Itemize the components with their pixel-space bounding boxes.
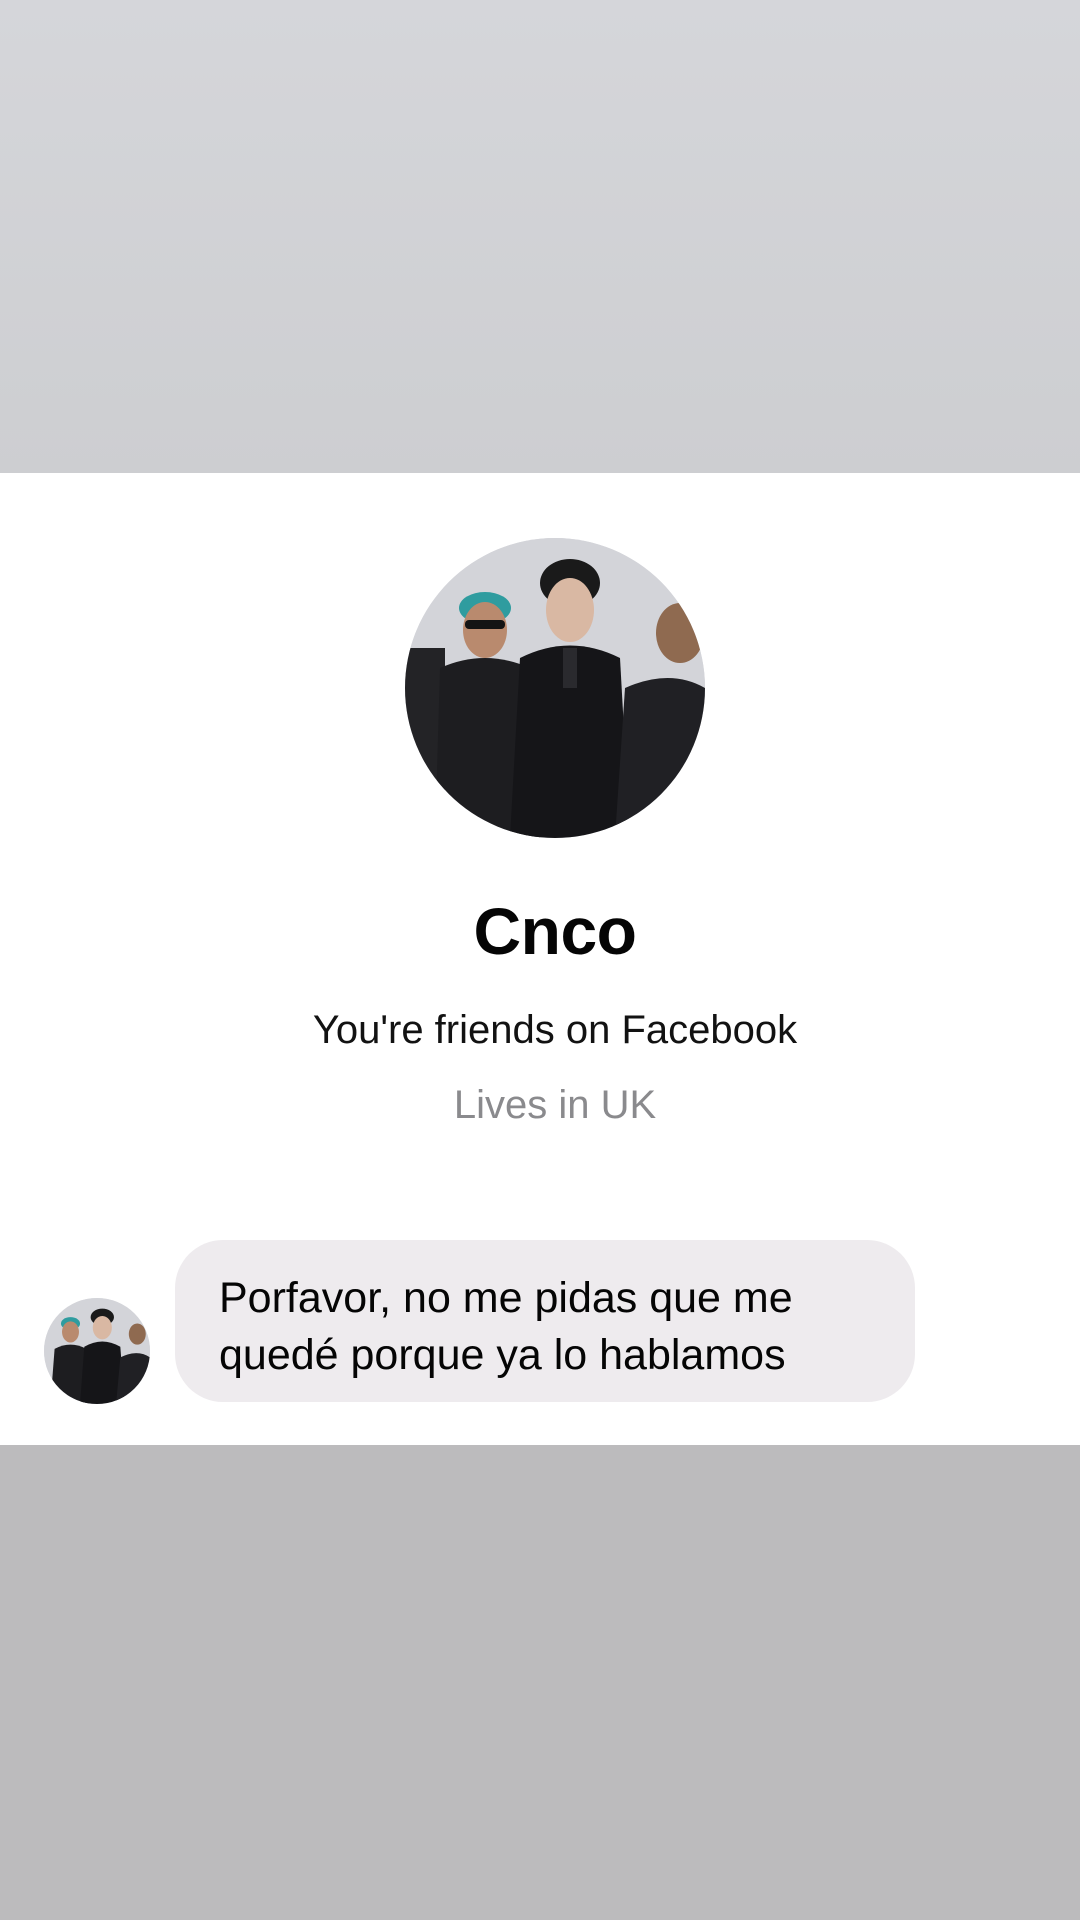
sender-avatar[interactable]	[44, 1298, 150, 1404]
friend-status: You're friends on Facebook	[312, 1008, 798, 1052]
message-line-1: Porfavor, no me pidas que me	[219, 1274, 793, 1322]
message-line-2: quedé porque ya lo hablamos	[219, 1331, 786, 1379]
profile-avatar[interactable]	[405, 538, 705, 838]
profile-photo-icon	[405, 538, 705, 838]
message-row: Porfavor, no me pidas que me quedé porqu…	[0, 1240, 1080, 1405]
location-info: Lives in UK	[453, 1083, 657, 1127]
bottom-dimmed-area	[0, 1445, 1080, 1920]
messenger-chat-screen: Cnco You're friends on Facebook Lives in…	[0, 0, 1080, 1920]
sender-photo-icon	[44, 1298, 150, 1404]
top-dimmed-area	[0, 0, 1080, 473]
message-bubble[interactable]: Porfavor, no me pidas que me quedé porqu…	[175, 1240, 915, 1402]
profile-name: Cnco	[473, 894, 638, 968]
